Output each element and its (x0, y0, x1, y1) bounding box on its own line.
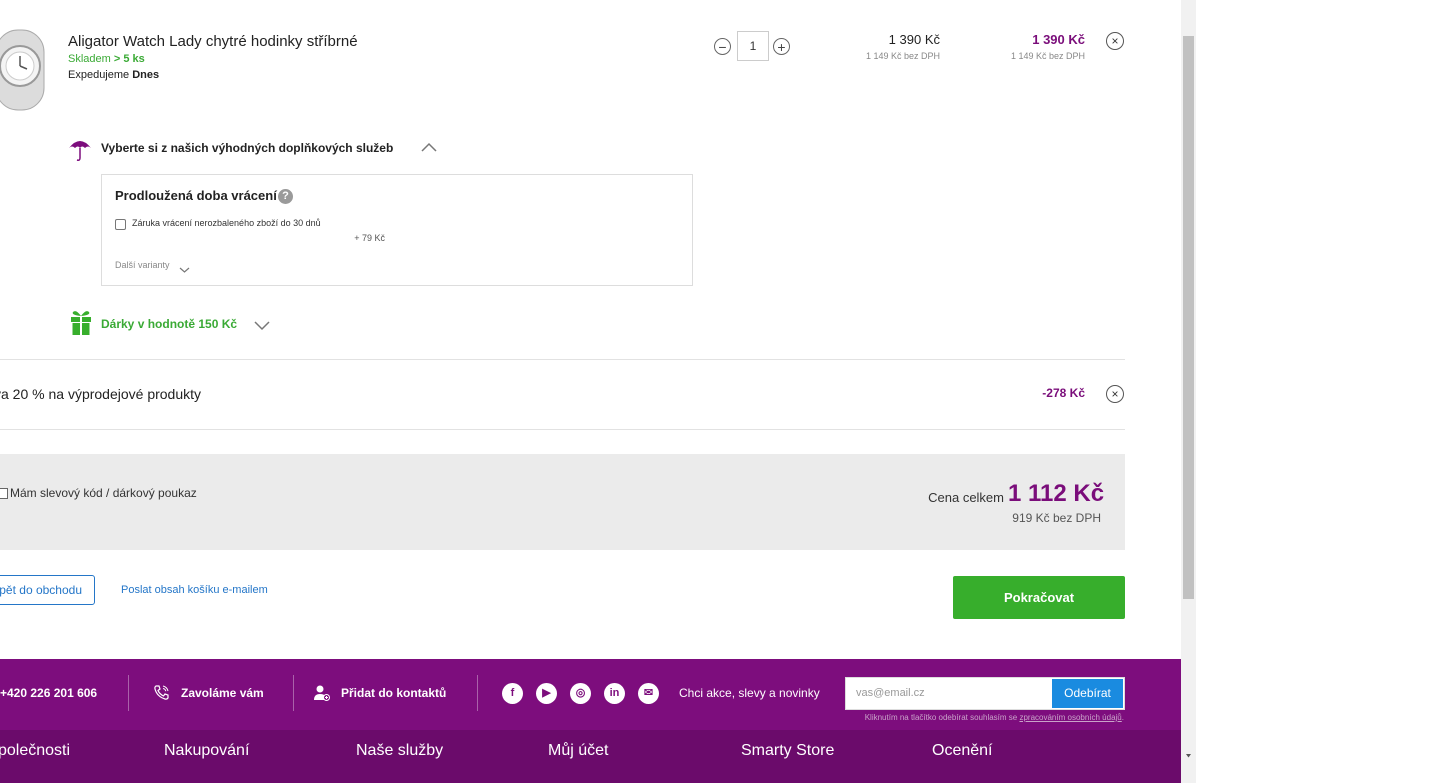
privacy-link[interactable]: zpracováním osobních údajů (1019, 713, 1121, 722)
product-image[interactable] (0, 22, 52, 112)
coupon-label[interactable]: Mám slevový kód / dárkový poukaz (10, 486, 197, 500)
phone-icon (153, 684, 170, 701)
footer-column-services[interactable]: Naše služby (356, 742, 443, 760)
footer-separator (293, 675, 294, 711)
coupon-checkbox[interactable] (0, 488, 8, 499)
chevron-down-icon[interactable] (179, 261, 190, 273)
consent-text: Kliknutím na tlačítko odebírat souhlasím… (864, 713, 1124, 722)
total-label: Cena celkem (928, 490, 1004, 505)
quantity-decrease-button[interactable]: − (714, 38, 731, 55)
discount-name: va 20 % na výprodejové produkty (0, 386, 202, 402)
instagram-icon[interactable]: ◎ (570, 683, 591, 704)
ship-when: Dnes (132, 69, 160, 81)
chevron-up-icon[interactable] (421, 140, 437, 152)
callback-link[interactable]: Zavoláme vám (181, 686, 264, 700)
service-box-title: Prodloužená doba vrácení (115, 188, 277, 203)
stock-label: Skladem (68, 53, 111, 65)
footer-column-account[interactable]: Můj účet (548, 742, 608, 760)
chevron-down-icon[interactable] (254, 318, 270, 331)
newsletter-label: Chci akce, slevy a novinky (679, 686, 820, 700)
gift-icon (70, 309, 92, 335)
services-title[interactable]: Vyberte si z našich výhodných doplňkovýc… (101, 141, 393, 155)
remove-product-button[interactable]: × (1106, 32, 1124, 50)
footer-column-smarty-store[interactable]: Smarty Store (741, 742, 834, 760)
product-name[interactable]: Aligator Watch Lady chytré hodinky stříb… (68, 33, 358, 50)
stock-quantity: > 5 ks (113, 53, 145, 65)
return-guarantee-checkbox[interactable] (115, 219, 126, 230)
consent-label: Kliknutím na tlačítko odebírat souhlasím… (864, 713, 1018, 722)
ship-label: Expedujeme (68, 69, 130, 81)
line-total-price-net: 1 149 Kč bez DPH (1010, 51, 1085, 61)
help-icon[interactable]: ? (278, 189, 293, 204)
umbrella-icon (68, 136, 92, 162)
linkedin-icon[interactable]: in (604, 683, 625, 704)
unit-price-net: 1 149 Kč bez DPH (865, 51, 940, 61)
footer-separator (128, 675, 129, 711)
gifts-title[interactable]: Dárky v hodnotě 150 Kč (101, 317, 237, 331)
add-contact-icon (313, 684, 330, 701)
footer-column-company[interactable]: polečnosti (0, 742, 70, 760)
footer-phone[interactable]: +420 226 201 606 (0, 686, 97, 700)
remove-discount-button[interactable]: × (1106, 385, 1124, 403)
facebook-icon[interactable]: f (502, 683, 523, 704)
email-icon[interactable]: ✉ (638, 683, 659, 704)
divider (0, 429, 1125, 430)
shipping-info: Expedujeme Dnes (68, 69, 159, 81)
return-guarantee-label[interactable]: Záruka vrácení nerozbaleného zboží do 30… (132, 218, 321, 228)
scroll-down-arrow-icon[interactable] (1183, 748, 1194, 758)
total-value: 1 112 Kč (1008, 480, 1105, 507)
back-to-shop-button[interactable]: pět do obchodu (0, 575, 95, 605)
continue-button[interactable]: Pokračovat (953, 576, 1125, 619)
subscribe-button[interactable]: Odebírat (1052, 679, 1123, 708)
youtube-icon[interactable]: ▶ (536, 683, 557, 704)
return-guarantee-price: + 79 Kč (354, 233, 385, 243)
discount-amount: -278 Kč (1042, 386, 1085, 400)
unit-price: 1 390 Kč (888, 32, 940, 47)
line-total-price: 1 390 Kč (1032, 32, 1085, 47)
quantity-increase-button[interactable]: + (773, 38, 790, 55)
footer-column-shopping[interactable]: Nakupování (164, 742, 249, 760)
email-cart-link[interactable]: Poslat obsah košíku e-mailem (121, 584, 268, 596)
quantity-input[interactable]: 1 (737, 31, 769, 61)
footer-column-awards[interactable]: Ocenění (932, 742, 992, 760)
stock-status: Skladem > 5 ks (68, 53, 145, 65)
total-net: 919 Kč bez DPH (1012, 511, 1101, 525)
add-contact-link[interactable]: Přidat do kontaktů (341, 686, 446, 700)
footer-separator (477, 675, 478, 711)
scrollbar-thumb[interactable] (1183, 36, 1194, 599)
more-variants-link[interactable]: Další varianty (115, 260, 170, 270)
divider (0, 359, 1125, 360)
